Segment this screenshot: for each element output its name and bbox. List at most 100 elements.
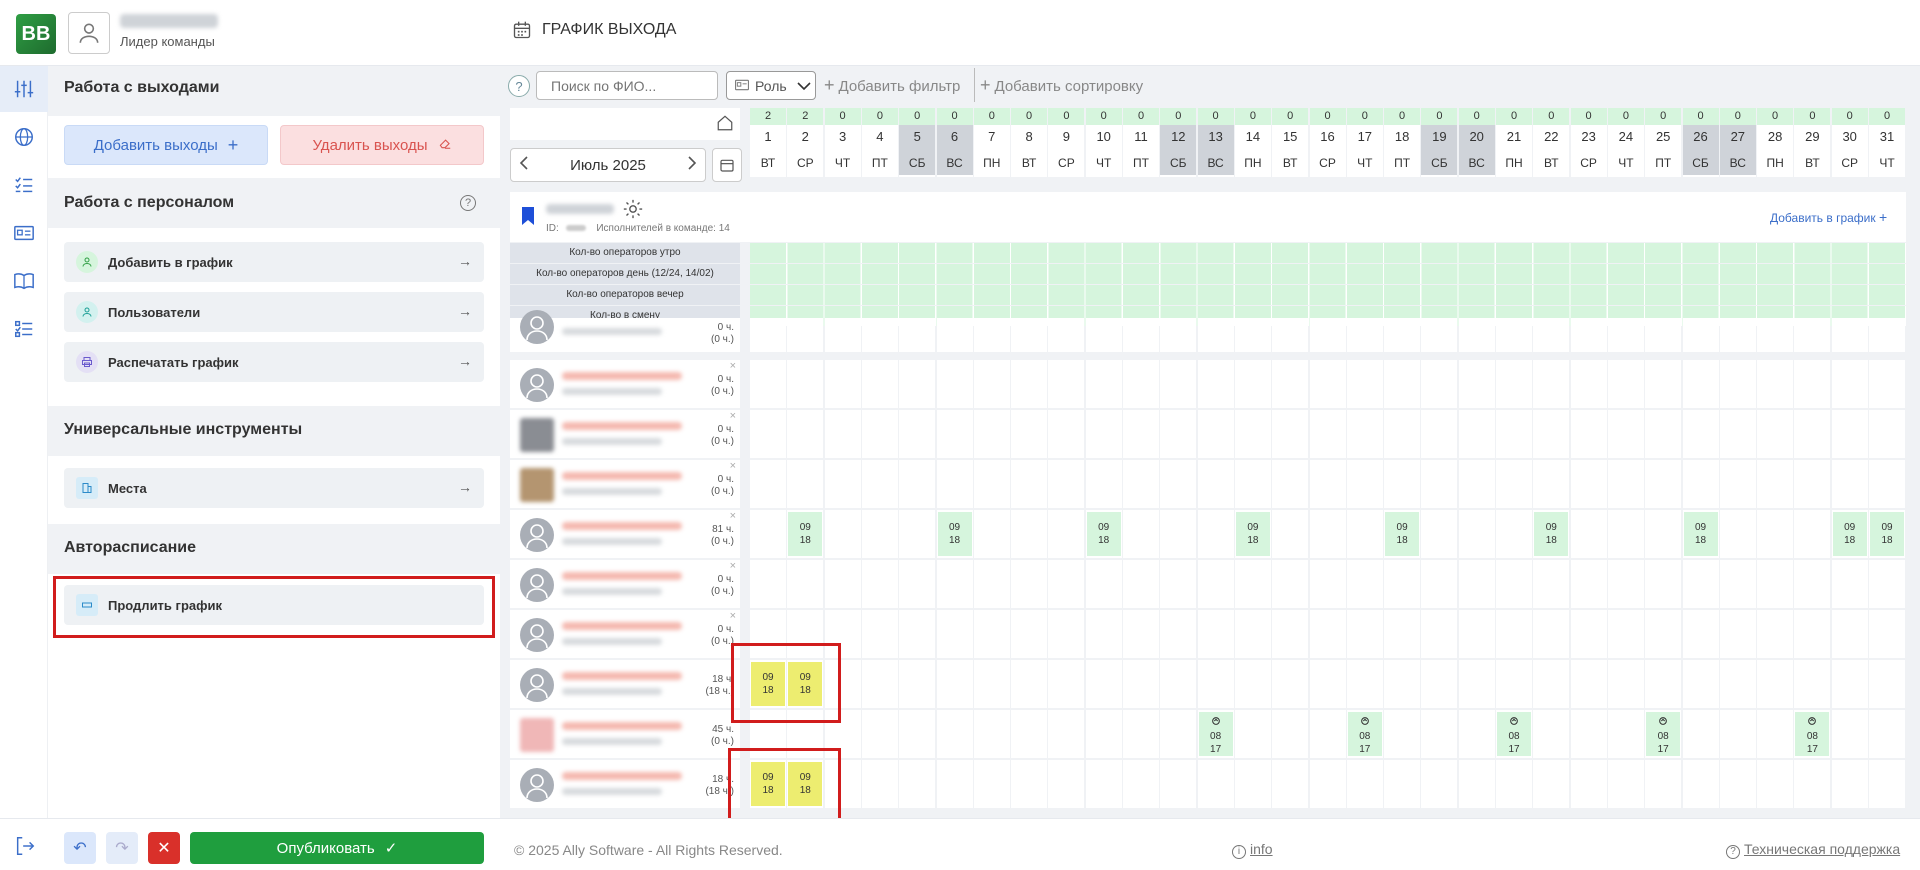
search-input[interactable] bbox=[536, 71, 718, 100]
grid-cell[interactable] bbox=[1794, 410, 1831, 458]
remove-employee-icon[interactable]: × bbox=[730, 610, 736, 622]
grid-cell[interactable] bbox=[1570, 660, 1607, 708]
grid-cell[interactable] bbox=[1570, 318, 1607, 352]
grid-cell[interactable] bbox=[861, 610, 898, 658]
grid-cell[interactable] bbox=[1234, 710, 1271, 758]
grid-cell[interactable] bbox=[1645, 360, 1682, 408]
grid-cell[interactable] bbox=[1309, 560, 1346, 608]
grid-cell[interactable] bbox=[1458, 610, 1495, 658]
employee-info[interactable]: 18 ч. (18 ч.) bbox=[510, 660, 740, 708]
grid-cell[interactable] bbox=[1607, 318, 1644, 352]
grid-cell[interactable] bbox=[1421, 360, 1458, 408]
grid-cell[interactable] bbox=[1682, 360, 1719, 408]
rail-id-card-icon[interactable] bbox=[0, 210, 48, 256]
grid-cell[interactable] bbox=[1719, 660, 1756, 708]
grid-cell[interactable] bbox=[1197, 660, 1234, 708]
shift-block[interactable]: 09 18 bbox=[1086, 512, 1121, 556]
grid-cell[interactable] bbox=[1757, 410, 1794, 458]
add-filter-button[interactable]: + Добавить фильтр bbox=[824, 75, 960, 96]
grid-cell[interactable] bbox=[1607, 560, 1644, 608]
grid-cell[interactable] bbox=[1085, 710, 1122, 758]
cancel-button[interactable]: ✕ bbox=[148, 832, 180, 864]
grid-cell[interactable] bbox=[1346, 318, 1383, 352]
grid-cell[interactable] bbox=[1234, 760, 1271, 808]
grid-cell[interactable] bbox=[1384, 660, 1421, 708]
grid-cell[interactable] bbox=[1160, 610, 1197, 658]
nav-add-to-graph[interactable]: Добавить в график → bbox=[64, 242, 484, 282]
grid-cell[interactable] bbox=[1831, 318, 1868, 352]
grid-cell[interactable] bbox=[1682, 560, 1719, 608]
shift-block[interactable]: 08 17 bbox=[1646, 712, 1681, 756]
grid-cell[interactable] bbox=[1234, 360, 1271, 408]
grid-cell[interactable] bbox=[973, 460, 1010, 508]
grid-cell[interactable] bbox=[1533, 610, 1570, 658]
grid-cell[interactable] bbox=[936, 560, 973, 608]
add-sort-button[interactable]: + Добавить сортировку bbox=[980, 75, 1143, 96]
grid-cell[interactable] bbox=[1085, 760, 1122, 808]
shift-block[interactable]: 08 17 bbox=[1198, 712, 1233, 756]
grid-cell[interactable] bbox=[1272, 410, 1309, 458]
grid-cell[interactable] bbox=[1197, 610, 1234, 658]
grid-cell[interactable] bbox=[1570, 710, 1607, 758]
grid-cell[interactable] bbox=[1234, 410, 1271, 458]
grid-cell[interactable] bbox=[1458, 760, 1495, 808]
grid-cell[interactable] bbox=[973, 610, 1010, 658]
grid-cell[interactable] bbox=[1496, 510, 1532, 558]
rail-sliders-icon[interactable] bbox=[0, 66, 48, 112]
grid-cell[interactable] bbox=[973, 660, 1010, 708]
grid-cell[interactable] bbox=[1719, 710, 1756, 758]
grid-cell[interactable] bbox=[973, 560, 1010, 608]
grid-cell[interactable] bbox=[1607, 760, 1644, 808]
grid-cell[interactable] bbox=[1384, 410, 1421, 458]
grid-cell[interactable] bbox=[1794, 560, 1831, 608]
grid-cell[interactable] bbox=[1234, 560, 1271, 608]
grid-cell[interactable] bbox=[1346, 410, 1383, 458]
grid-cell[interactable] bbox=[1645, 318, 1682, 352]
delete-shifts-button[interactable]: Удалить выходы bbox=[280, 125, 484, 165]
grid-cell[interactable] bbox=[1197, 560, 1234, 608]
grid-cell[interactable] bbox=[1570, 360, 1607, 408]
grid-cell[interactable] bbox=[1570, 610, 1607, 658]
grid-cell[interactable] bbox=[1160, 410, 1197, 458]
grid-cell[interactable] bbox=[1645, 610, 1682, 658]
shift-block[interactable]: 08 17 bbox=[1347, 712, 1382, 756]
grid-cell[interactable] bbox=[1869, 760, 1905, 808]
grid-cell[interactable] bbox=[1011, 660, 1048, 708]
grid-cell[interactable] bbox=[1160, 760, 1197, 808]
remove-employee-icon[interactable]: × bbox=[730, 410, 736, 422]
grid-cell[interactable] bbox=[1570, 460, 1607, 508]
employee-info[interactable]: 0 ч. (0 ч.) × bbox=[510, 560, 740, 608]
grid-cell[interactable] bbox=[1496, 560, 1532, 608]
grid-cell[interactable] bbox=[1794, 318, 1831, 352]
grid-cell[interactable] bbox=[1272, 660, 1309, 708]
grid-cell[interactable] bbox=[899, 510, 936, 558]
grid-cell[interactable] bbox=[1607, 460, 1644, 508]
grid-cell[interactable] bbox=[973, 318, 1010, 352]
grid-cell[interactable] bbox=[1831, 710, 1868, 758]
grid-cell[interactable] bbox=[1123, 760, 1159, 808]
grid-cell[interactable] bbox=[861, 318, 898, 352]
grid-cell[interactable] bbox=[1421, 410, 1458, 458]
grid-cell[interactable] bbox=[861, 410, 898, 458]
grid-cell[interactable] bbox=[1011, 510, 1048, 558]
grid-cell[interactable] bbox=[1757, 610, 1794, 658]
grid-cell[interactable] bbox=[1682, 710, 1719, 758]
employee-info[interactable]: 81 ч. (0 ч.) × bbox=[510, 510, 740, 558]
grid-cell[interactable] bbox=[1234, 610, 1271, 658]
grid-cell[interactable] bbox=[1831, 610, 1868, 658]
grid-cell[interactable] bbox=[1011, 710, 1048, 758]
grid-cell[interactable] bbox=[1496, 318, 1532, 352]
remove-employee-icon[interactable]: × bbox=[730, 560, 736, 572]
grid-cell[interactable] bbox=[1496, 460, 1532, 508]
grid-cell[interactable] bbox=[1794, 760, 1831, 808]
grid-cell[interactable] bbox=[750, 318, 786, 352]
grid-cell[interactable] bbox=[936, 460, 973, 508]
grid-cell[interactable] bbox=[1234, 660, 1271, 708]
grid-cell[interactable] bbox=[824, 560, 861, 608]
grid-cell[interactable] bbox=[1570, 560, 1607, 608]
nav-users[interactable]: Пользователи → bbox=[64, 292, 484, 332]
grid-cell[interactable] bbox=[1085, 610, 1122, 658]
chevron-left-icon[interactable] bbox=[519, 155, 529, 175]
grid-cell[interactable] bbox=[899, 710, 936, 758]
add-to-graph-link[interactable]: Добавить в график + bbox=[1770, 209, 1887, 225]
